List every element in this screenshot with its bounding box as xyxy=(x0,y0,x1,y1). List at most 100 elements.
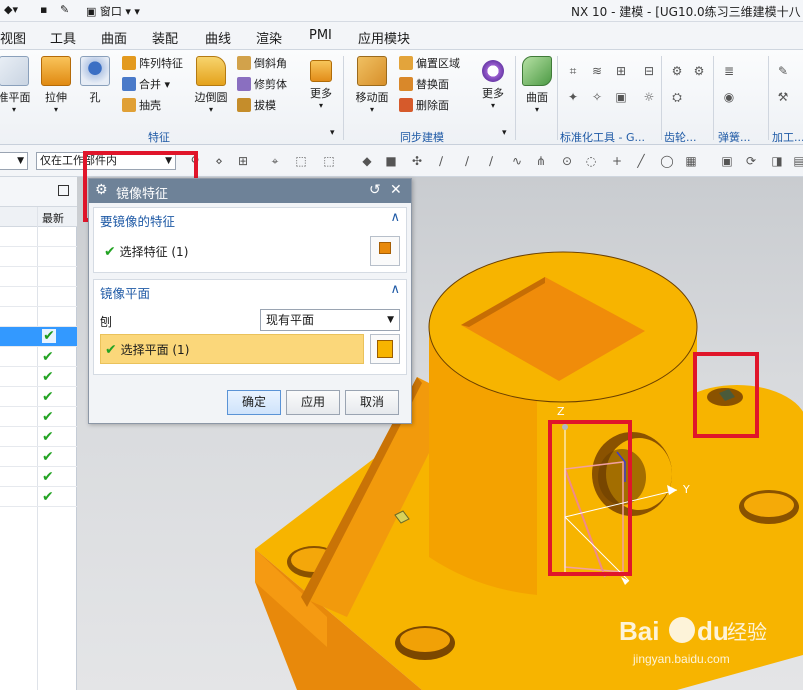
section-header[interactable]: 镜像平面 ∧ xyxy=(94,280,406,302)
machining-tool-icon[interactable]: ⚒ xyxy=(776,90,790,104)
tool-icon[interactable]: ✦ xyxy=(566,90,580,104)
intersect-icon[interactable]: ⋔ xyxy=(534,154,548,168)
tool-icon[interactable]: ▣ xyxy=(614,90,628,104)
snap-point-icon[interactable]: ✣ xyxy=(410,154,424,168)
list-item[interactable] xyxy=(0,287,77,307)
view-icon[interactable]: ▣ xyxy=(720,154,734,168)
reset-icon[interactable]: ↺ xyxy=(369,182,381,198)
menu-tools[interactable]: 工具 xyxy=(50,28,76,47)
trim-body-button[interactable]: 修剪体 xyxy=(237,77,287,93)
type-filter-combo[interactable]: ▼ xyxy=(0,152,28,170)
refresh-view-icon[interactable]: ⟳ xyxy=(744,154,758,168)
window-menu[interactable]: ▣ 窗口 ▾ ▾ xyxy=(86,3,140,19)
collapse-icon[interactable]: ∧ xyxy=(390,210,400,225)
quick-access-icon[interactable]: ◆▾ xyxy=(4,3,18,19)
list-item[interactable]: ✔ xyxy=(0,367,77,387)
midpoint-icon[interactable]: ∕ xyxy=(484,154,498,168)
pattern-feature-button[interactable]: 阵列特征 xyxy=(122,56,183,72)
quick-access-icon[interactable]: ▪ xyxy=(40,3,47,19)
list-item[interactable]: ✔ xyxy=(0,407,77,427)
tool-icon[interactable]: ✧ xyxy=(590,90,604,104)
menu-curve[interactable]: 曲线 xyxy=(205,28,231,47)
list-item[interactable] xyxy=(0,227,77,247)
menu-render[interactable]: 渲染 xyxy=(256,28,282,47)
move-face-button[interactable]: 移动面 ▾ xyxy=(352,56,392,114)
pen-icon[interactable]: ✎ xyxy=(60,3,69,19)
slash-icon[interactable]: ╱ xyxy=(634,154,648,168)
tool-icon[interactable]: ≋ xyxy=(590,64,604,78)
list-item[interactable] xyxy=(0,267,77,287)
curve-icon[interactable]: ∿ xyxy=(510,154,524,168)
edge-blend-button[interactable]: 边倒圆 ▾ xyxy=(193,56,229,114)
unite-button[interactable]: 合并 ▾ xyxy=(122,77,170,93)
tool-icon[interactable]: ☼ xyxy=(642,90,656,104)
cancel-button[interactable]: 取消 xyxy=(345,390,399,415)
select-feature-row[interactable]: ✔ 选择特征 (1) xyxy=(104,243,188,260)
close-icon[interactable]: ✕ xyxy=(390,182,402,198)
list-item[interactable]: ✔ xyxy=(0,347,77,367)
snap-icon[interactable]: ⋄ xyxy=(212,154,226,168)
select-feature-button[interactable] xyxy=(370,236,400,266)
more-feature-button[interactable]: 更多 ▾ xyxy=(304,60,338,110)
menu-application[interactable]: 应用模块 xyxy=(358,28,410,47)
gear-icon[interactable]: ⚙ xyxy=(95,182,108,198)
offset-region-button[interactable]: 偏置区域 xyxy=(399,56,460,72)
cube-icon[interactable]: ■ xyxy=(384,154,398,168)
maximize-icon[interactable] xyxy=(58,185,69,196)
extrude-button[interactable]: 拉伸 ▾ xyxy=(38,56,74,114)
menu-assembly[interactable]: 装配 xyxy=(152,28,178,47)
chamfer-button[interactable]: 倒斜角 xyxy=(237,56,287,72)
list-item[interactable] xyxy=(0,307,77,327)
group-expand-icon[interactable]: ▾ xyxy=(502,128,507,138)
select-box-icon[interactable]: ⬚ xyxy=(294,154,308,168)
list-item[interactable]: ✔ xyxy=(0,467,77,487)
section-header[interactable]: 要镜像的特征 ∧ xyxy=(94,208,406,230)
gear-tool-icon[interactable]: ⚙ xyxy=(692,64,706,78)
menu-surface[interactable]: 曲面 xyxy=(101,28,127,47)
replace-face-button[interactable]: 替换面 xyxy=(399,77,449,93)
add-icon[interactable]: ⊞ xyxy=(236,154,250,168)
group-expand-icon[interactable]: ▾ xyxy=(330,128,335,138)
cursor-icon[interactable]: ⌖ xyxy=(268,154,282,168)
quadrant-icon[interactable]: ◌ xyxy=(584,154,598,168)
collapse-icon[interactable]: ∧ xyxy=(390,282,400,297)
list-item[interactable]: ✔ xyxy=(0,427,77,447)
more-sync-button[interactable]: 更多 ▾ xyxy=(476,60,510,110)
tool-icon[interactable]: ⊟ xyxy=(642,64,656,78)
plane-type-select[interactable]: 现有平面 ▼ xyxy=(260,309,400,331)
datum-plane-button[interactable]: 准平面 ▾ xyxy=(0,56,34,114)
apply-button[interactable]: 应用 xyxy=(286,390,340,415)
ok-button[interactable]: 确定 xyxy=(227,390,281,415)
gear-tool-icon[interactable]: ⛭ xyxy=(670,90,684,104)
grid-icon[interactable]: ▦ xyxy=(684,154,698,168)
select-plane-row[interactable]: ✔ 选择平面 (1) xyxy=(100,334,364,364)
list-item[interactable]: ✔ xyxy=(0,387,77,407)
list-item[interactable]: ✔ xyxy=(0,447,77,467)
line-icon[interactable]: ∕ xyxy=(434,154,448,168)
list-item[interactable]: ✔ xyxy=(0,487,77,507)
spring-tool-icon[interactable]: ≣ xyxy=(722,64,736,78)
gear-tool-icon[interactable]: ⚙ xyxy=(670,64,684,78)
draft-button[interactable]: 拔模 xyxy=(237,98,276,114)
view-icon[interactable]: ◨ xyxy=(770,154,784,168)
center-icon[interactable]: ⊙ xyxy=(560,154,574,168)
machining-tool-icon[interactable]: ✎ xyxy=(776,64,790,78)
menu-view[interactable]: 视图 xyxy=(0,28,26,47)
shaded-icon[interactable]: ◆ xyxy=(360,154,374,168)
delete-face-button[interactable]: 删除面 xyxy=(399,98,449,114)
menu-pmi[interactable]: PMI xyxy=(309,28,332,43)
list-item[interactable] xyxy=(0,247,77,267)
tool-icon[interactable]: ⊞ xyxy=(614,64,628,78)
hole-button[interactable]: 孔 xyxy=(78,56,112,105)
endpoint-icon[interactable]: ∕ xyxy=(460,154,474,168)
face-icon[interactable]: ◯ xyxy=(660,154,674,168)
select-plane-button[interactable] xyxy=(370,334,400,364)
select-lasso-icon[interactable]: ⬚ xyxy=(322,154,336,168)
shell-button[interactable]: 抽壳 xyxy=(122,98,161,114)
spring-tool-icon[interactable]: ◉ xyxy=(722,90,736,104)
tool-icon[interactable]: ⌗ xyxy=(566,64,580,78)
list-item[interactable]: ✔ xyxy=(0,327,77,347)
view-icon[interactable]: ▤ xyxy=(792,154,803,168)
plus-icon[interactable]: + xyxy=(610,154,624,168)
surface-button[interactable]: 曲面 ▾ xyxy=(519,56,555,114)
